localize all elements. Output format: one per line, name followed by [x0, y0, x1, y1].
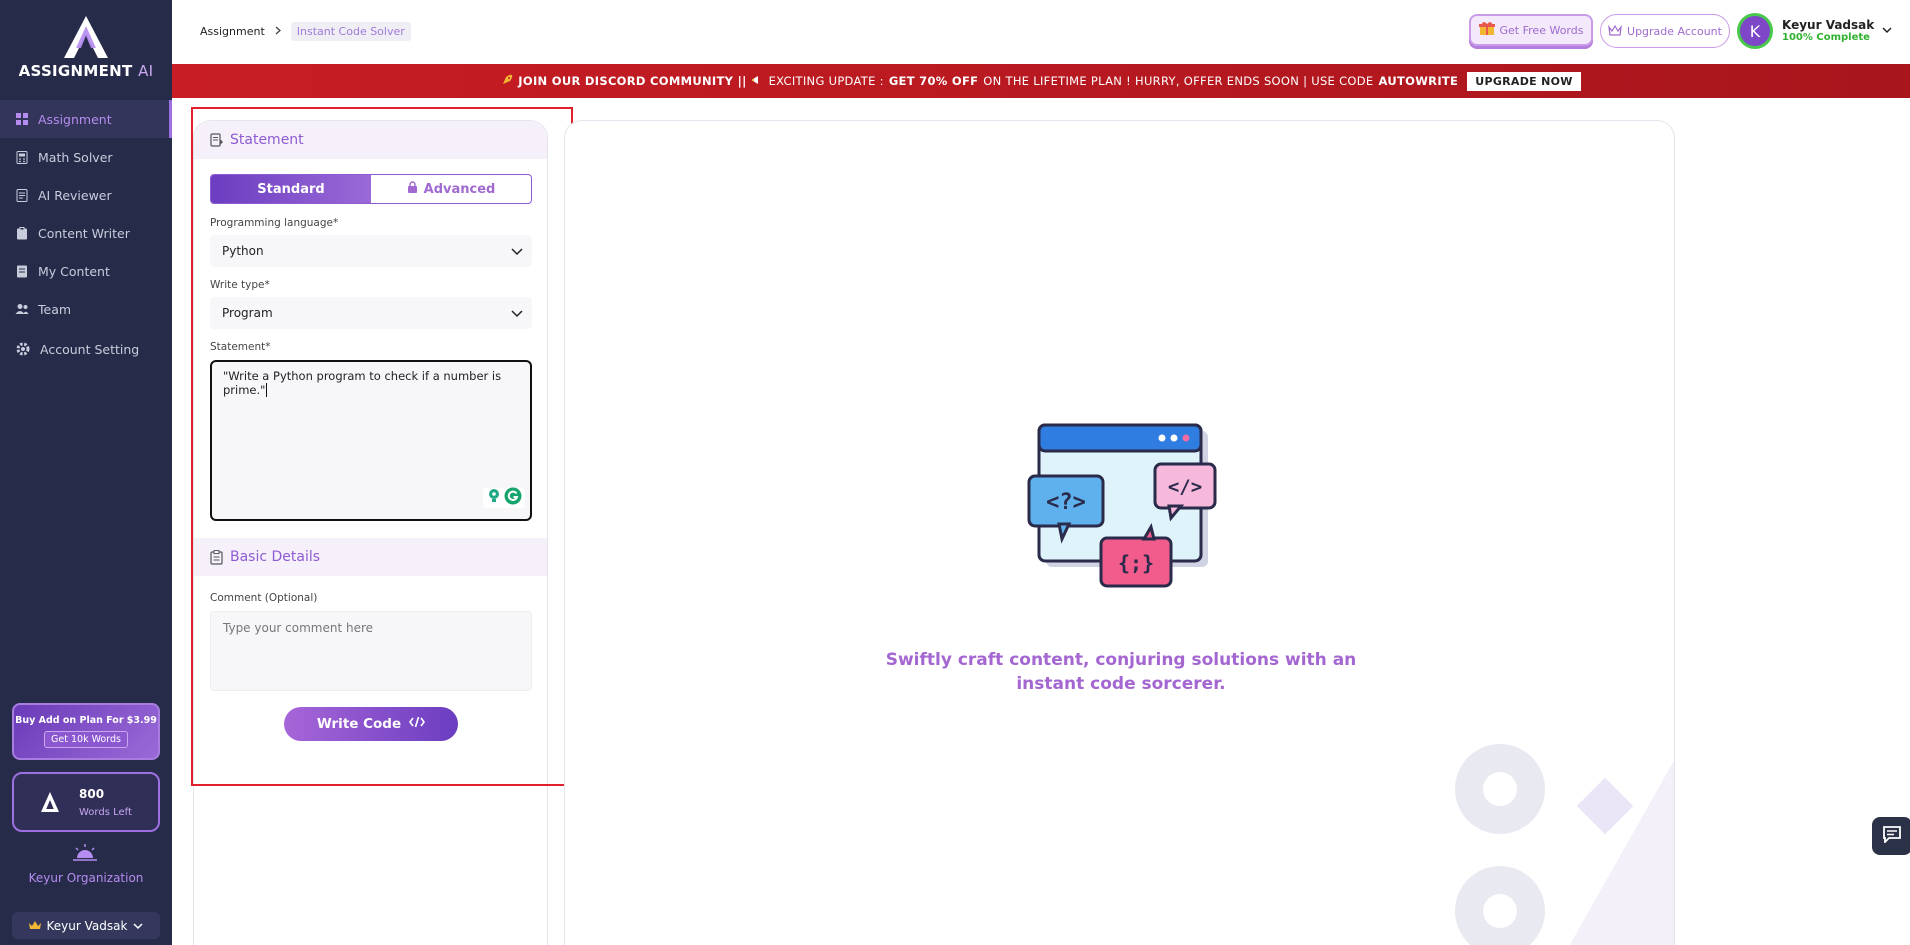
calculator-icon: [15, 150, 29, 164]
banner-update-label: EXCITING UPDATE :: [768, 74, 884, 88]
file-icon: [15, 264, 29, 278]
words-left-card: 800 Words Left: [12, 772, 160, 832]
breadcrumb-current: Instant Code Solver: [290, 22, 411, 41]
result-caption: Swiftly craft content, conjuring solutio…: [883, 648, 1359, 696]
illustration-query-token: <?>: [1046, 490, 1086, 515]
promo-text: Buy Add on Plan For $3.99: [15, 715, 157, 726]
banner-discord[interactable]: JOIN OUR DISCORD COMMUNITY ||: [518, 74, 746, 88]
chevron-down-icon[interactable]: [1880, 22, 1896, 38]
gear-icon: [15, 341, 31, 357]
get-free-words-button[interactable]: Get Free Words: [1469, 14, 1593, 46]
megaphone-icon: [751, 74, 764, 88]
upgrade-now-button[interactable]: UPGRADE NOW: [1467, 71, 1581, 91]
organization-sunrise-icon: [72, 843, 98, 863]
header-user-name[interactable]: Keyur Vadsak: [1782, 18, 1874, 32]
banner-code: AUTOWRITE: [1378, 74, 1459, 88]
chevron-down-icon: [133, 919, 143, 933]
result-panel: <?> </> {;} Swiftly craft content, conju…: [564, 120, 1675, 945]
form-highlight-frame: [191, 107, 573, 786]
grid-icon: [15, 112, 29, 126]
illustration-tag-token: </>: [1168, 476, 1202, 498]
crown-icon: [28, 919, 41, 933]
clipboard-icon: [15, 226, 29, 240]
gift-icon: [1478, 21, 1495, 39]
sidebar-item-label: Content Writer: [38, 225, 130, 241]
rocket-icon: [501, 74, 513, 89]
document-icon: [15, 188, 29, 202]
sidebar-item-label: My Content: [38, 263, 110, 279]
sidebar-item-account-setting[interactable]: Account Setting: [0, 328, 172, 370]
chevron-right-icon: [275, 25, 281, 38]
upgrade-account-button[interactable]: Upgrade Account: [1600, 14, 1730, 48]
sidebar: ASSIGNMENT AI Assignment Math Solver AI …: [0, 0, 172, 945]
sidebar-item-label: Account Setting: [40, 341, 140, 357]
caption-line-1: Swiftly craft content, conjuring solutio…: [885, 650, 1357, 670]
crown-outline-icon: [1608, 24, 1622, 39]
breadcrumb: Assignment Instant Code Solver: [200, 22, 411, 41]
chat-support-button[interactable]: [1872, 817, 1910, 855]
sidebar-nav: Assignment Math Solver AI Reviewer Conte…: [0, 100, 172, 370]
sidebar-item-label: AI Reviewer: [38, 187, 112, 203]
get-free-words-label: Get Free Words: [1499, 23, 1584, 37]
logo-text: ASSIGNMENT: [18, 62, 133, 80]
banner-offer-text: ON THE LIFETIME PLAN ! HURRY, OFFER ENDS…: [983, 74, 1374, 88]
upgrade-account-label: Upgrade Account: [1627, 24, 1722, 38]
words-logo-icon: [40, 791, 60, 819]
words-count: 800: [79, 787, 105, 801]
sidebar-item-math-solver[interactable]: Math Solver: [0, 138, 172, 176]
user-switcher-name: Keyur Vadsak: [46, 918, 128, 933]
top-header: Assignment Instant Code Solver Get Free …: [172, 0, 1910, 62]
sidebar-item-label: Math Solver: [38, 149, 113, 165]
promo-banner: JOIN OUR DISCORD COMMUNITY || EXCITING U…: [172, 64, 1910, 98]
user-switcher[interactable]: Keyur Vadsak: [12, 912, 160, 939]
app-logo[interactable]: ASSIGNMENT AI: [0, 14, 172, 80]
illustration-brace-token: {;}: [1118, 551, 1154, 575]
profile-status: 100% Complete: [1782, 32, 1870, 43]
decorative-shapes: [1445, 741, 1674, 945]
users-icon: [15, 302, 29, 316]
organization-name[interactable]: Keyur Organization: [0, 871, 172, 885]
logo-suffix: AI: [138, 62, 154, 80]
code-illustration: <?> </> {;}: [1019, 421, 1229, 596]
chat-icon: [1882, 825, 1902, 847]
sidebar-item-label: Assignment: [38, 111, 112, 127]
sidebar-item-label: Team: [38, 301, 72, 317]
sidebar-item-assignment[interactable]: Assignment: [0, 100, 172, 138]
words-label: Words Left: [79, 807, 132, 818]
sidebar-item-my-content[interactable]: My Content: [0, 252, 172, 290]
avatar[interactable]: K: [1737, 13, 1773, 49]
get-words-button[interactable]: Get 10k Words: [44, 731, 128, 748]
caption-line-2: instant code sorcerer.: [1016, 674, 1226, 694]
banner-discount: GET 70% OFF: [888, 74, 979, 88]
sidebar-item-team[interactable]: Team: [0, 290, 172, 328]
logo-mark-icon: [56, 14, 116, 60]
sidebar-item-content-writer[interactable]: Content Writer: [0, 214, 172, 252]
sidebar-item-ai-reviewer[interactable]: AI Reviewer: [0, 176, 172, 214]
breadcrumb-assignment[interactable]: Assignment: [200, 25, 265, 38]
addon-promo-card[interactable]: Buy Add on Plan For $3.99 Get 10k Words: [12, 703, 160, 760]
